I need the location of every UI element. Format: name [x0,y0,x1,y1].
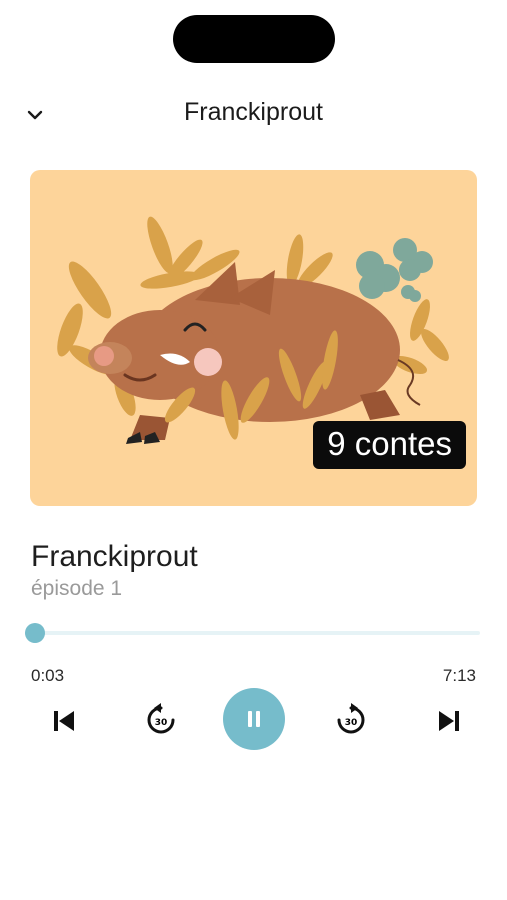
rewind-button[interactable]: 30 [141,700,181,740]
current-time: 0:03 [31,666,65,685]
dynamic-island [173,15,335,63]
forward-seconds: 30 [345,718,358,728]
track-subtitle: épisode 1 [31,577,123,600]
skip-previous-icon [54,711,74,731]
progress-track [32,631,480,635]
rewind-30-icon: 30 [147,703,175,734]
next-button[interactable] [431,703,467,739]
total-time: 7:13 [442,666,476,685]
album-artwork: 9 contes [30,170,477,506]
previous-button[interactable] [46,703,82,739]
pause-icon [248,711,260,727]
pause-button[interactable] [223,688,285,750]
progress-slider[interactable] [24,622,480,644]
header: Franckiprout [0,92,507,136]
forward-button[interactable]: 30 [331,700,371,740]
episode-count-badge: 9 contes [313,421,466,469]
rewind-seconds: 30 [155,718,168,728]
skip-next-icon [439,711,459,731]
forward-30-icon: 30 [337,703,365,734]
page-title: Franckiprout [184,98,323,126]
progress-thumb[interactable] [25,623,46,643]
track-title: Franckiprout [31,540,198,573]
